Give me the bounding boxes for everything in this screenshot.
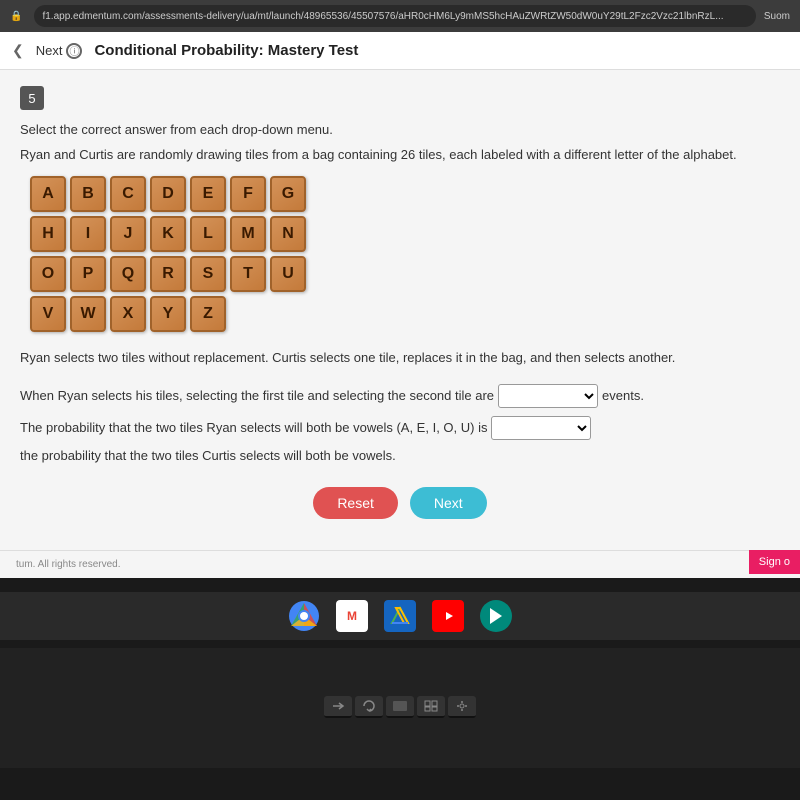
keyboard-rows [324,696,476,721]
nav-back-arrow[interactable]: ❮ [12,42,24,59]
tile-Q: Q [110,256,146,292]
tile-C: C [110,176,146,212]
probability-dropdown[interactable]: equal to less than greater than [491,416,591,440]
events-dropdown[interactable]: dependent independent [498,384,598,408]
tile-row-3: O P Q R S T U [30,256,780,292]
tile-row-4: V W X Y Z [30,296,780,332]
drive-svg [390,606,410,626]
laptop-bottom [0,640,800,800]
refresh-key-icon [362,700,376,712]
reset-button[interactable]: Reset [313,487,398,519]
tile-L: L [190,216,226,252]
tile-V: V [30,296,66,332]
tile-Y: Y [150,296,186,332]
line1-after: events. [602,384,644,407]
url-text: f1.app.edmentum.com/assessments-delivery… [42,11,723,22]
tile-A: A [30,176,66,212]
tile-J: J [110,216,146,252]
buttons-row: Reset Next [20,487,780,519]
fullscreen-key-icon [393,701,407,711]
key-gear [448,696,476,718]
tile-K: K [150,216,186,252]
chrome-icon[interactable] [288,600,320,632]
tile-Z: Z [190,296,226,332]
dropdown-line-1: When Ryan selects his tiles, selecting t… [20,384,780,408]
content-area: 5 Select the correct answer from each dr… [0,70,800,550]
dropdown-line-2: The probability that the two tiles Ryan … [20,416,780,467]
youtube-icon[interactable] [432,600,464,632]
line2-before: The probability that the two tiles Ryan … [20,416,487,439]
sign-out-button[interactable]: Sign o [749,550,800,574]
instruction-text: Select the correct answer from each drop… [20,122,780,137]
page-title: Conditional Probability: Mastery Test [94,42,358,59]
tile-M: M [230,216,266,252]
next-nav-button[interactable]: Next ⓘ [36,43,83,59]
play-store-svg [487,607,505,625]
key-refresh [355,696,383,718]
tile-row-1: A B C D E F G [30,176,780,212]
gear-key-icon [456,700,468,712]
tile-E: E [190,176,226,212]
keyboard-area [0,648,800,768]
next-nav-label: Next [36,43,63,58]
line2-after: the probability that the two tiles Curti… [20,444,396,467]
url-bar[interactable]: f1.app.edmentum.com/assessments-delivery… [34,5,755,27]
tile-grid: A B C D E F G H I J K L M N O P Q R S T … [30,176,780,332]
tile-D: D [150,176,186,212]
key-windows [417,696,445,718]
tile-O: O [30,256,66,292]
tile-T: T [230,256,266,292]
browser-bar: 🔒 f1.app.edmentum.com/assessments-delive… [0,0,800,32]
next-button[interactable]: Next [410,487,487,519]
context-text: Ryan selects two tiles without replaceme… [20,348,780,368]
drive-icon[interactable] [384,600,416,632]
arrow-key-icon [331,701,345,711]
youtube-svg [439,609,457,623]
windows-key-icon [424,700,438,712]
play-store-icon[interactable] [480,600,512,632]
tile-S: S [190,256,226,292]
suom-button[interactable]: Suom [764,11,790,22]
gmail-icon[interactable]: M [336,600,368,632]
tile-N: N [270,216,306,252]
footer: tum. All rights reserved. [0,550,800,578]
tile-W: W [70,296,106,332]
taskbar: M [0,592,800,640]
tile-I: I [70,216,106,252]
chrome-svg [288,600,320,632]
tile-U: U [270,256,306,292]
question-number: 5 [20,86,44,110]
tile-P: P [70,256,106,292]
tile-B: B [70,176,106,212]
top-nav: ❮ Next ⓘ Conditional Probability: Master… [0,32,800,70]
keyboard-row-1 [324,696,476,718]
tile-R: R [150,256,186,292]
tile-H: H [30,216,66,252]
footer-text: tum. All rights reserved. [16,559,120,570]
tile-F: F [230,176,266,212]
line1-before: When Ryan selects his tiles, selecting t… [20,384,494,407]
key-arrow [324,696,352,718]
tile-row-2: H I J K L M N [30,216,780,252]
tile-X: X [110,296,146,332]
tile-G: G [270,176,306,212]
info-icon[interactable]: ⓘ [66,43,82,59]
lock-icon: 🔒 [10,11,22,22]
question-text: Ryan and Curtis are randomly drawing til… [20,147,780,162]
key-fullscreen [386,696,414,718]
